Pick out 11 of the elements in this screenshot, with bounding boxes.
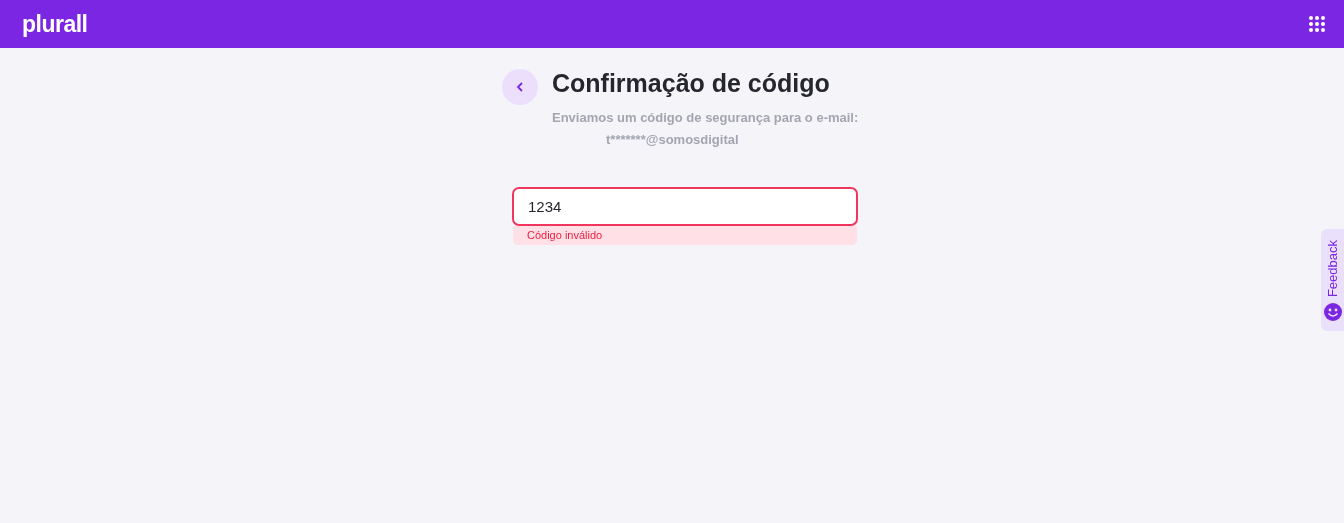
subtitle: Enviamos um código de segurança para o e-mail: <box>552 109 859 127</box>
error-message: Código inválido <box>527 230 603 241</box>
logo[interactable]: plurall <box>22 12 88 36</box>
apps-grid-icon[interactable] <box>1308 15 1326 33</box>
chevron-left-icon <box>516 82 524 92</box>
smiley-icon <box>1323 303 1342 321</box>
email-text: t*******@somosdigital <box>606 131 740 149</box>
feedback-label: Feedback <box>1326 239 1339 297</box>
code-input-field[interactable]: 1234 <box>512 187 858 226</box>
page-title: Confirmação de código <box>552 68 831 98</box>
feedback-tab[interactable]: Feedback <box>1321 229 1344 331</box>
